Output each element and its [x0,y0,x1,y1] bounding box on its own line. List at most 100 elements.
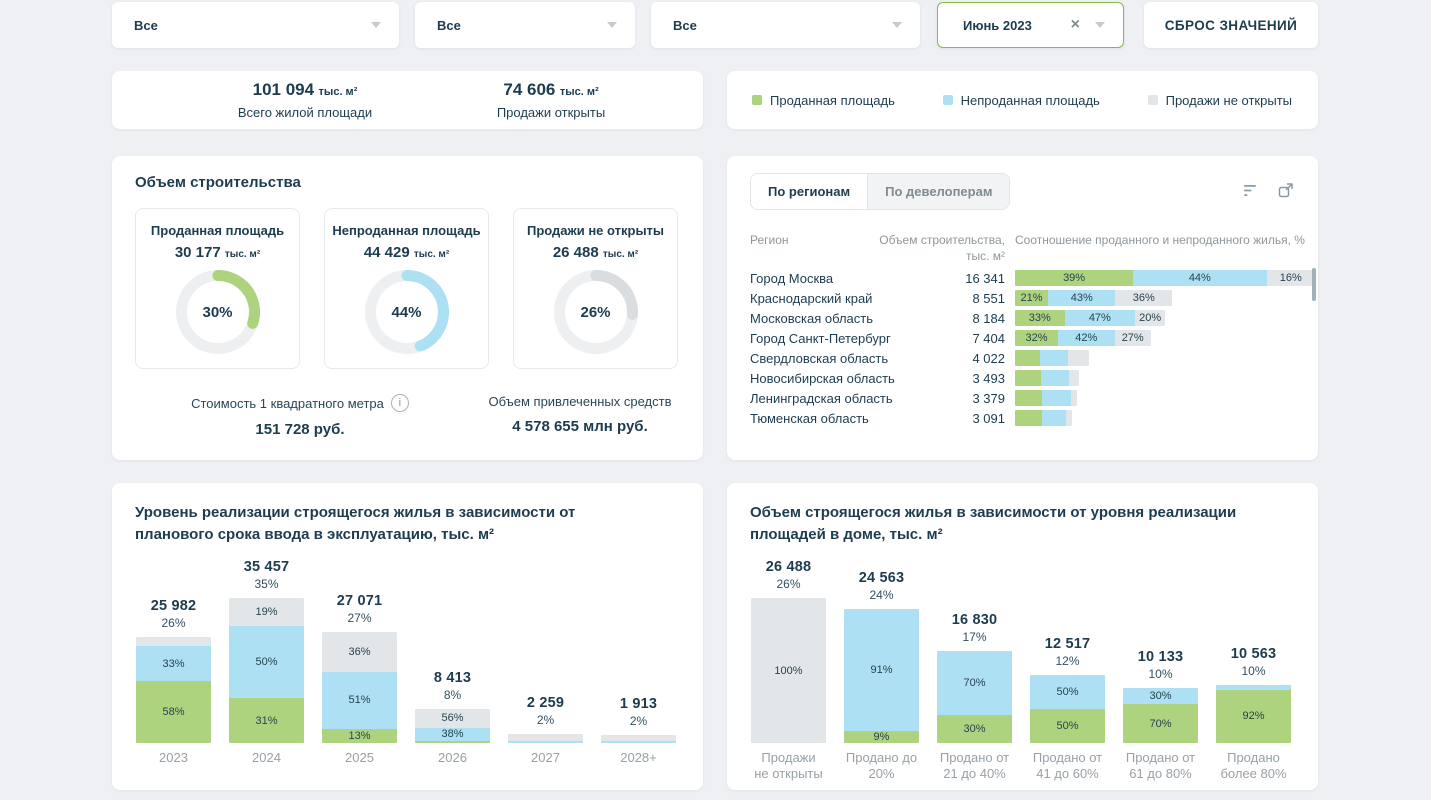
donut-card-unit: тыс. м² [414,249,449,260]
legend: Проданная площадьНепроданная площадьПрод… [727,71,1318,129]
bar-group: 2 2592%2027 [499,555,592,766]
region-row: Свердловская область4 022 [750,348,1315,368]
region-row: Новосибирская область3 493 [750,368,1315,388]
bar-total-label: 10 563 [1231,646,1277,662]
sort-icon[interactable] [1244,184,1259,197]
filter-dropdown-1[interactable]: Все [112,2,399,48]
region-row: Московская область8 18433%47%20% [750,308,1315,328]
bar-segment-blue: 42% [1058,330,1115,346]
bar-segment-blue: 30% [1123,688,1198,705]
bar-group: 1 9132%2028+ [592,555,685,766]
filter-dropdown-3[interactable]: Все [651,2,920,48]
bar-share-label: 10% [1241,664,1265,678]
stat-value-line: 74 606 тыс. м² [426,80,676,100]
bar-segment-blue [1041,370,1069,386]
bar-segment-green: 58% [136,681,211,743]
bar-segment-green: 13% [322,729,397,743]
bar-share-label: 26% [776,577,800,591]
stacked-bar [1015,370,1079,386]
bar-segment-green: 92% [1216,690,1291,743]
stat-value: 101 094 [253,80,314,99]
bar-share-label: 26% [161,616,185,630]
chevron-down-icon [892,22,902,28]
bar-category-label: 2028+ [620,750,657,766]
bar-total-label: 27 071 [337,593,383,609]
stat-unit: тыс. м² [319,86,358,98]
bar-area: 25 98226%33%58% [127,555,220,743]
expand-icon[interactable] [1278,182,1294,198]
bar-group: 8 4138%56%38%2026 [406,555,499,766]
stacked-bar: 33%47%20% [1015,310,1165,326]
bar-segment-blue: 33% [136,646,211,681]
bar-area: 35 45735%19%50%31% [220,555,313,743]
region-bar: 33%47%20% [1015,310,1315,326]
bar-segment-blue: 50% [1030,675,1105,709]
bar-segment-green: 50% [1030,709,1105,743]
info-icon[interactable]: i [391,394,409,412]
filter-month-dropdown[interactable]: Июнь 2023 × [937,2,1124,48]
donut-percent-label: 30% [176,270,260,354]
tab-by-developers[interactable]: По девелоперам [868,174,1009,209]
bar-category-label: Проданоболее 80% [1220,750,1286,783]
bar-segment-blue: 91% [844,609,919,731]
summary-card: 101 094 тыс. м² Всего жилой площади 74 6… [112,71,703,129]
bar-segment-blue: 43% [1048,290,1116,306]
bar-segment-blue [1040,350,1068,366]
stacked-bar [508,734,583,743]
bar-segment-blue: 47% [1065,310,1136,326]
region-name: Тюменская область [750,411,900,426]
stacked-bar [1015,390,1077,406]
bar-segment-gray: 20% [1135,310,1165,326]
bar-segment-gray: 19% [229,598,304,626]
sales-level-chart-card: Объем строящегося жилья в зависимости от… [727,483,1318,790]
bar-area: 12 51712%50%50% [1021,555,1114,743]
raised-funds: Объем привлеченных средств 4 578 655 млн… [465,394,695,438]
chevron-down-icon [607,22,617,28]
bar-share-label: 35% [254,577,278,591]
bar-segment-blue: 38% [415,728,490,741]
bar-total-label: 24 563 [859,570,905,586]
bar-share-label: 10% [1148,667,1172,681]
stacked-bar [1015,350,1089,366]
scrollbar-thumb[interactable] [1312,268,1316,301]
bar-category-label: Продано до20% [846,750,917,783]
donut-chart: 44% [365,270,449,354]
bar-area: 10 13310%30%70% [1114,555,1207,743]
construction-volume-card: Объем строительства Проданная площадь30 … [112,156,703,460]
bar-total-label: 35 457 [244,559,290,575]
bar-segment-green: 21% [1015,290,1048,306]
filter-dropdown-2[interactable]: Все [415,2,635,48]
chart-title: Объем строящегося жилья в зависимости от… [750,502,1270,546]
legend-item: Продажи не открыты [1148,93,1292,108]
clear-icon[interactable]: × [1071,17,1080,33]
stacked-bar: 30%70% [1123,688,1198,744]
region-volume: 7 404 [900,331,1005,346]
bar-share-label: 2% [630,714,647,728]
bar-segment-green [415,741,490,743]
stacked-bar: 91%9% [844,609,919,744]
donut-card: Продажи не открыты26 488 тыс. м²26% [513,208,678,369]
bar-share-label: 27% [347,611,371,625]
bar-segment-green [1015,410,1042,426]
stacked-bar [1015,410,1072,426]
bar-share-label: 8% [444,688,461,702]
bar-segment-green [1015,390,1042,406]
filter-dropdown-2-value: Все [437,18,461,33]
bar-segment-green [1015,370,1041,386]
bar-area: 16 83017%70%30% [928,555,1021,743]
bar-group: 16 83017%70%30%Продано от21 до 40% [928,555,1021,783]
donut-card-title: Проданная площадь [136,223,299,238]
bar-segment-gray [136,637,211,647]
bar-area: 8 4138%56%38% [406,555,499,743]
stat-value: 74 606 [503,80,555,99]
bar-category-label: 2025 [345,750,374,766]
donut-chart: 26% [554,270,638,354]
bar-segment-green [1015,350,1040,366]
reset-filters-button[interactable]: СБРОС ЗНАЧЕНИЙ [1144,2,1318,48]
tab-by-regions[interactable]: По регионам [751,174,868,209]
bar-segment-gray [1071,390,1077,406]
price-per-sqm-label-row: Стоимость 1 квадратного метра i [135,394,465,412]
bar-segment-green: 33% [1015,310,1065,326]
donut-card-unit: тыс. м² [603,249,638,260]
bar-share-label: 12% [1055,654,1079,668]
